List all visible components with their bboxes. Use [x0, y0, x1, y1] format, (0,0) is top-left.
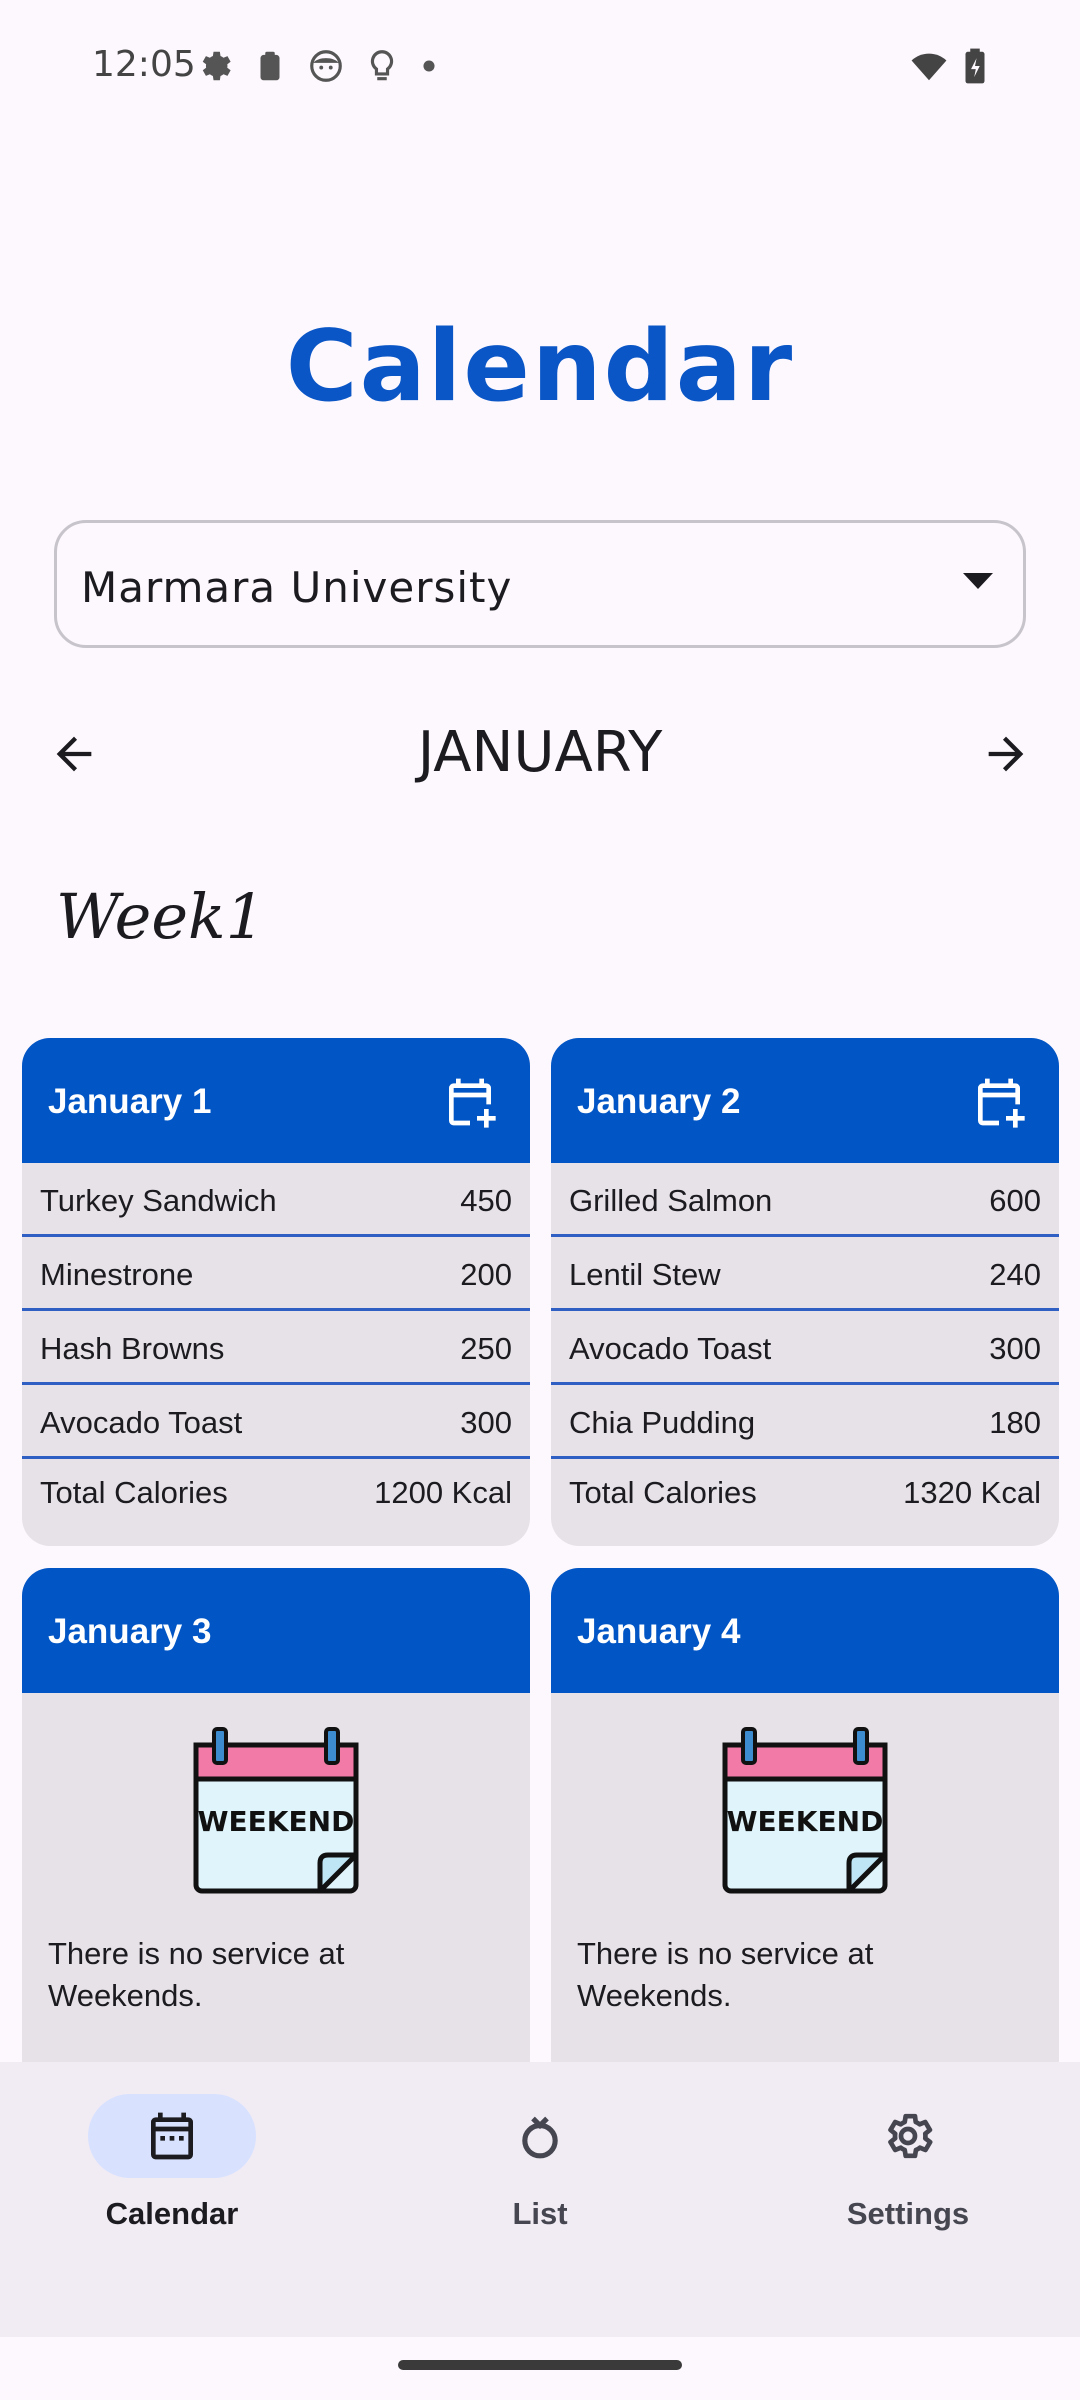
day-card-header: January 2 [551, 1038, 1059, 1163]
meal-row: Avocado Toast 300 [22, 1385, 530, 1459]
nav-item-calendar[interactable]: Calendar [52, 2094, 292, 2232]
weekend-body: WEEKEND There is no service at Weekends. [551, 1693, 1059, 2088]
dot-icon [423, 60, 435, 72]
day-card-header: January 1 [22, 1038, 530, 1163]
total-calories-row: Total Calories 1320 Kcal [551, 1459, 1059, 1537]
location-dropdown[interactable]: Marmara University [54, 520, 1026, 648]
meal-name: Minestrone [40, 1257, 194, 1292]
meal-row: Minestrone 200 [22, 1237, 530, 1311]
meal-name: Chia Pudding [569, 1405, 756, 1440]
meal-calories: 450 [460, 1183, 512, 1218]
meal-row: Grilled Salmon 600 [551, 1163, 1059, 1237]
meal-name: Hash Browns [40, 1331, 225, 1366]
meal-calories: 300 [460, 1405, 512, 1440]
meal-name: Turkey Sandwich [40, 1183, 277, 1218]
gear-icon [888, 2113, 933, 2159]
meal-row: Avocado Toast 300 [551, 1311, 1059, 1385]
total-calories-value: 1320 Kcal [903, 1475, 1041, 1510]
day-card-january-4: January 4 WEEKEND There is no service at… [551, 1568, 1059, 2088]
day-card-date: January 2 [577, 1082, 741, 1121]
next-month-arrow-icon[interactable] [980, 728, 1032, 780]
meal-calories: 300 [989, 1331, 1041, 1366]
meal-row: Turkey Sandwich 450 [22, 1163, 530, 1237]
status-bar: 12:05 [0, 0, 1080, 135]
meal-name: Avocado Toast [569, 1331, 772, 1366]
nav-icon-container [824, 2094, 992, 2178]
dropdown-arrow-icon [963, 573, 993, 589]
month-label: JANUARY [417, 720, 663, 785]
wifi-icon [911, 53, 947, 81]
day-card-date: January 3 [48, 1612, 212, 1651]
location-dropdown-value: Marmara University [81, 563, 513, 612]
weekend-calendar-icon: WEEKEND [193, 1727, 359, 1894]
day-card-header: January 3 [22, 1568, 530, 1693]
meal-calories: 250 [460, 1331, 512, 1366]
gear-icon [202, 51, 231, 81]
meal-calories: 600 [989, 1183, 1041, 1218]
day-card-january-1: January 1 Turkey Sandwich 450 Minestrone… [22, 1038, 530, 1546]
day-card-january-3: January 3 WEEKEND There is no service at… [22, 1568, 530, 2088]
meal-name: Lentil Stew [569, 1257, 721, 1292]
clipboard-icon [260, 51, 280, 81]
no-service-message: There is no service at Weekends. [577, 1936, 874, 2013]
meal-calories: 180 [989, 1405, 1041, 1440]
status-time: 12:05 [92, 44, 196, 85]
day-card-date: January 4 [577, 1612, 741, 1651]
meal-row: Chia Pudding 180 [551, 1385, 1059, 1459]
meal-name: Avocado Toast [40, 1405, 243, 1440]
meal-calories: 200 [460, 1257, 512, 1292]
home-indicator [398, 2360, 682, 2370]
nav-active-indicator [88, 2094, 256, 2178]
nav-item-list[interactable]: List [420, 2094, 660, 2232]
meal-name: Grilled Salmon [569, 1183, 773, 1218]
total-calories-label: Total Calories [569, 1475, 757, 1510]
nav-label: List [512, 2196, 568, 2231]
ring-icon [522, 2116, 558, 2159]
add-meal-calendar-icon[interactable] [971, 1074, 1027, 1130]
day-card-date: January 1 [48, 1082, 212, 1121]
nav-label: Calendar [105, 2196, 239, 2231]
total-calories-label: Total Calories [40, 1475, 228, 1510]
total-calories-value: 1200 Kcal [374, 1475, 512, 1510]
weekend-badge-text: WEEKEND [198, 1805, 355, 1838]
battery-icon [965, 48, 985, 84]
nav-icon-container [456, 2094, 624, 2178]
meal-calories: 240 [989, 1257, 1041, 1292]
face-icon [310, 50, 342, 82]
nav-label: Settings [846, 2196, 970, 2231]
weekend-badge-text: WEEKEND [727, 1805, 884, 1838]
total-calories-row: Total Calories 1200 Kcal [22, 1459, 530, 1537]
calendar-icon [151, 2112, 193, 2160]
week-label: Week1 [56, 880, 266, 953]
nav-item-settings[interactable]: Settings [788, 2094, 1028, 2232]
meal-row: Lentil Stew 240 [551, 1237, 1059, 1311]
add-meal-calendar-icon[interactable] [442, 1074, 498, 1130]
no-service-message: There is no service at Weekends. [48, 1936, 345, 2013]
weekend-body: WEEKEND There is no service at Weekends. [22, 1693, 530, 2088]
bottom-navigation: Calendar List Settings [0, 2062, 1080, 2337]
weekend-calendar-icon: WEEKEND [722, 1727, 888, 1894]
day-card-january-2: January 2 Grilled Salmon 600 Lentil Stew… [551, 1038, 1059, 1546]
day-card-header: January 4 [551, 1568, 1059, 1693]
bulb-icon [370, 50, 394, 81]
month-navigator: JANUARY [0, 720, 1080, 790]
page-title: Calendar [285, 310, 795, 424]
meal-row: Hash Browns 250 [22, 1311, 530, 1385]
